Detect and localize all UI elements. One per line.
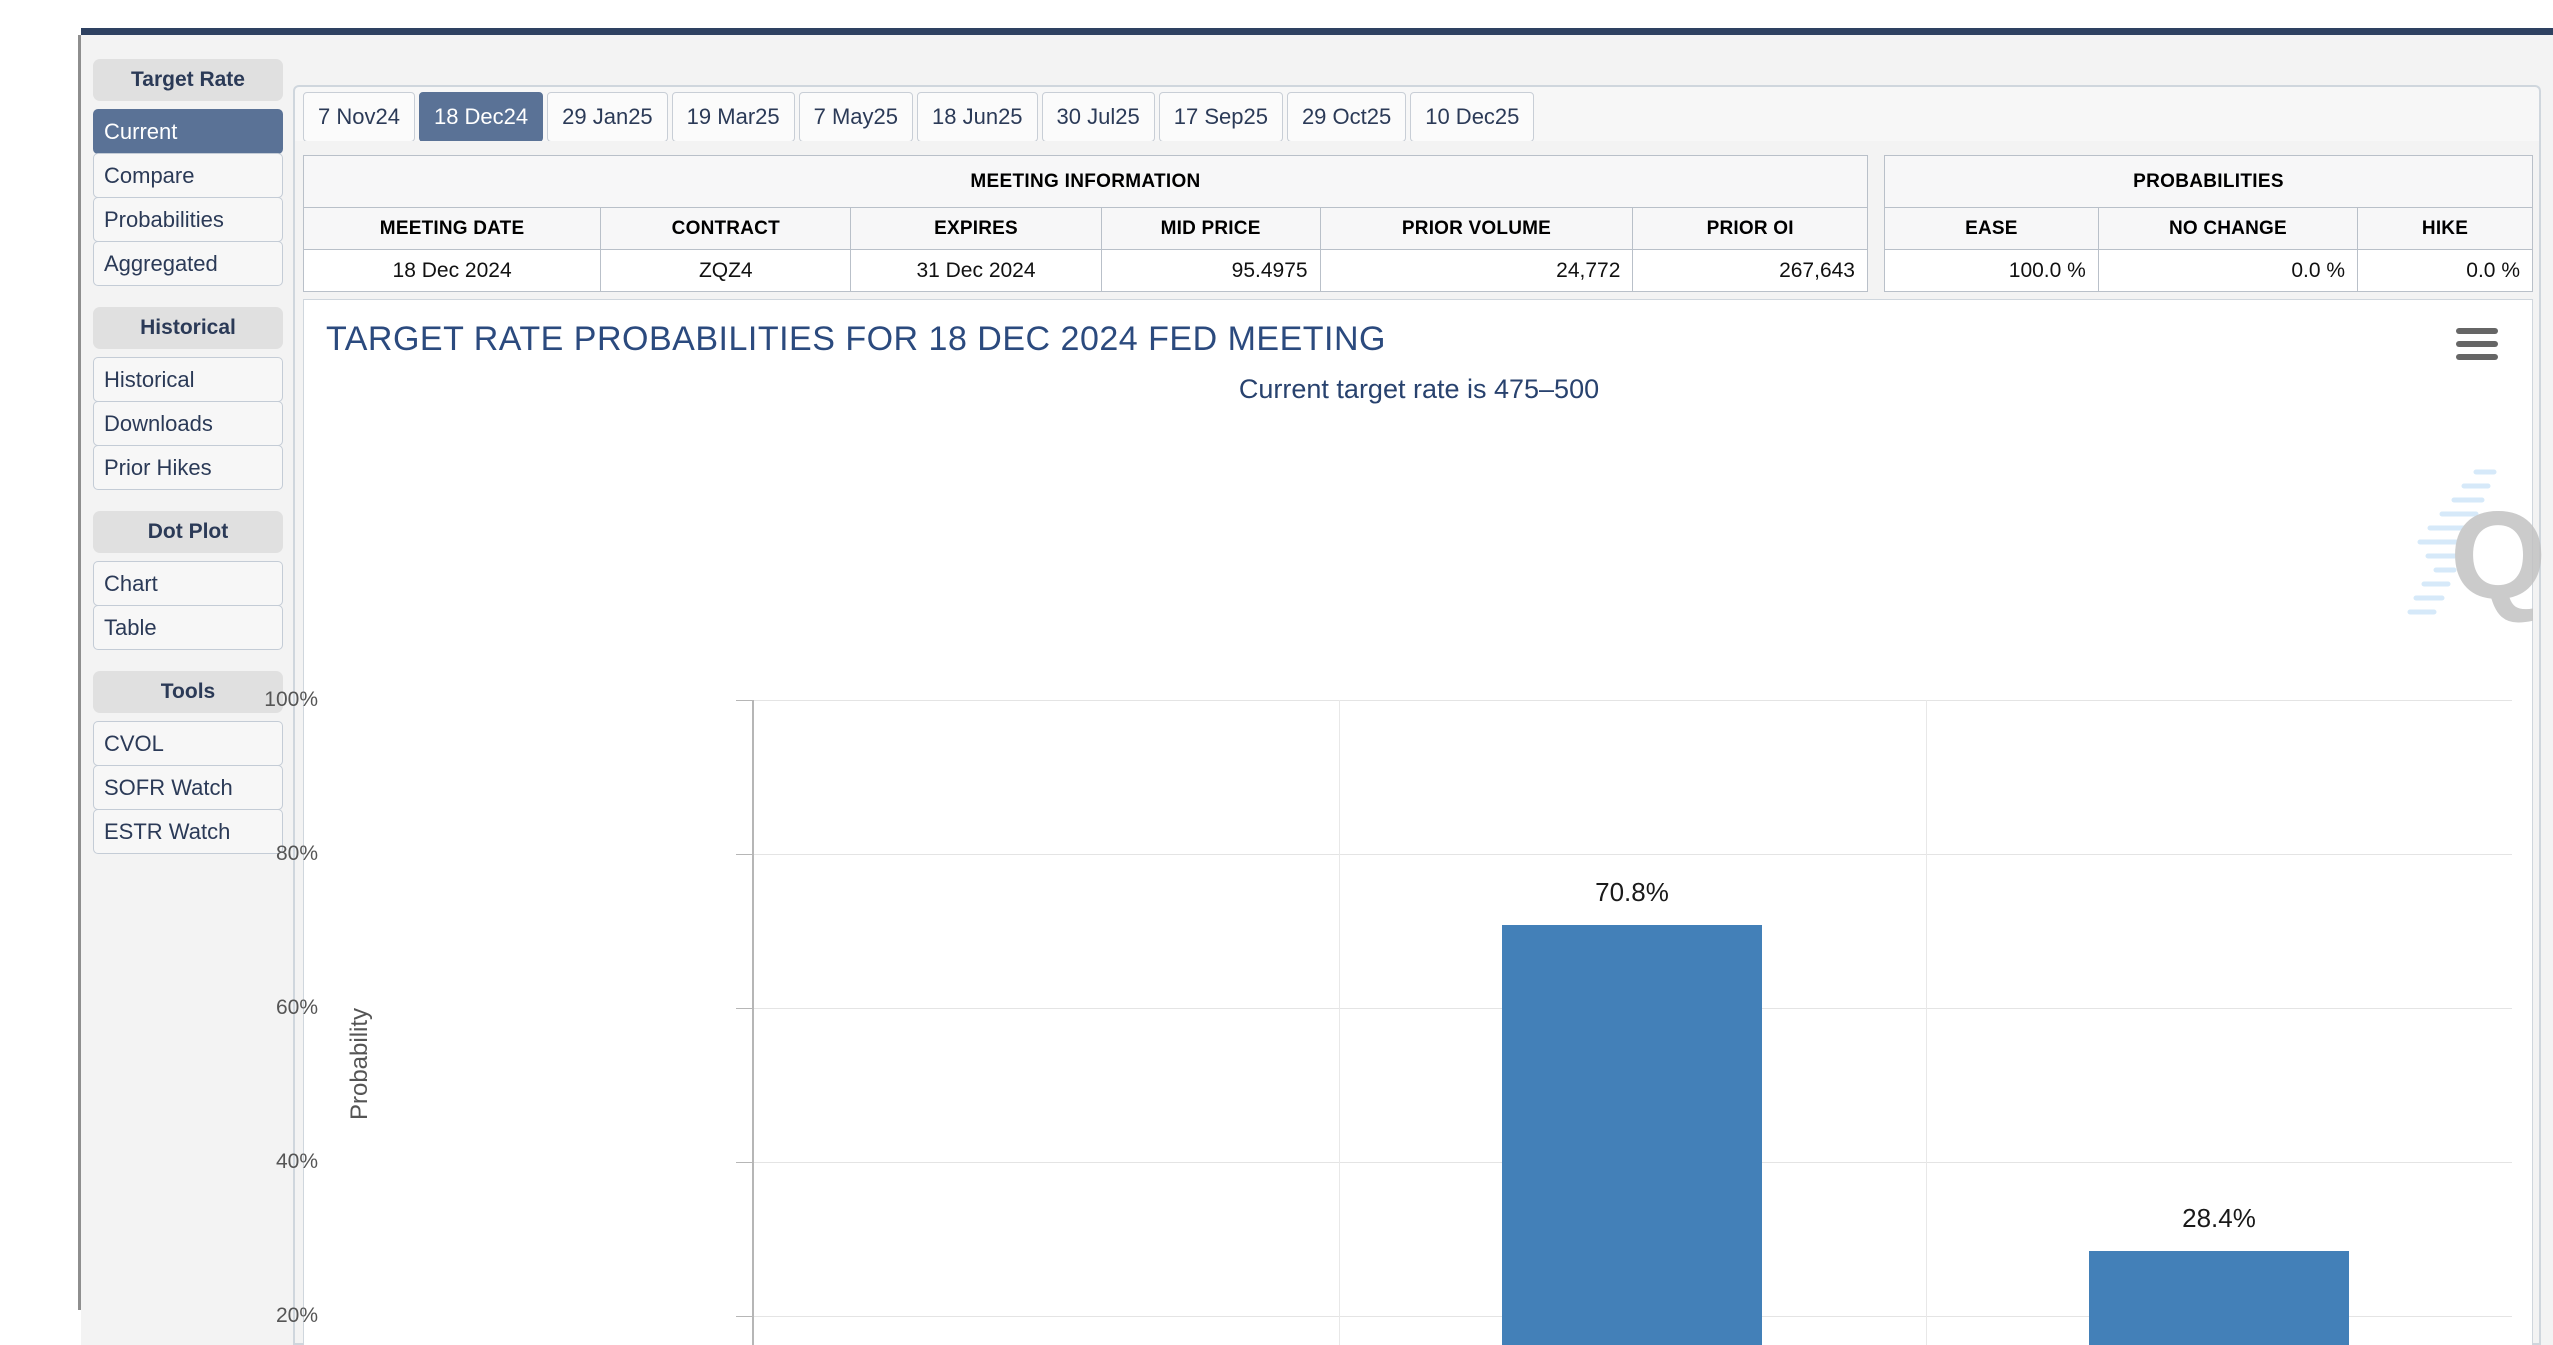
y-tick-label-40: 40%: [275, 1150, 318, 1173]
cell-expires: 31 Dec 2024: [850, 249, 1102, 292]
col-prior-oi: PRIOR OI: [1632, 207, 1868, 250]
y-tick-mark: [736, 700, 752, 701]
sidebar-item-cvol[interactable]: CVOL: [93, 721, 283, 766]
col-prior-volume: PRIOR VOLUME: [1319, 207, 1634, 250]
cell-hike: 0.0 %: [2357, 249, 2533, 292]
y-tick-label-20: 20%: [275, 1304, 318, 1327]
hamburger-bar: [2456, 341, 2498, 347]
cell-prior-volume: 24,772: [1319, 249, 1634, 292]
meeting-date-tabs: 7 Nov24 18 Dec24 29 Jan25 19 Mar25 7 May…: [303, 92, 1535, 142]
tab-19-mar25[interactable]: 19 Mar25: [671, 92, 795, 142]
table-row: MEETING DATE CONTRACT EXPIRES MID PRICE …: [302, 207, 1868, 250]
tab-10-dec25[interactable]: 10 Dec25: [1410, 92, 1535, 142]
bar-chart-plot: Q Probability 100% 80% 60% 40% 20% 70.8%…: [264, 410, 2544, 1345]
col-expires: EXPIRES: [850, 207, 1102, 250]
sidebar-group-header-dot-plot: Dot Plot: [93, 511, 283, 553]
sidebar-group-header-historical: Historical: [93, 307, 283, 349]
y-axis-label: Probability: [346, 1007, 373, 1121]
watermark-logo: Q: [2407, 469, 2544, 625]
y-axis-line: [752, 700, 754, 1345]
sidebar-item-table[interactable]: Table: [93, 605, 283, 650]
gridline-80: [752, 854, 2512, 855]
col-ease: EASE: [1884, 207, 2099, 250]
chart-title: TARGET RATE PROBABILITIES FOR 18 DEC 202…: [326, 320, 1386, 358]
sidebar-item-current[interactable]: Current: [93, 109, 283, 154]
y-tick-mark: [736, 854, 752, 855]
table-row: PROBABILITIES: [1884, 155, 2533, 208]
sidebar-item-sofr-watch[interactable]: SOFR Watch: [93, 765, 283, 810]
panel-body: MEETING INFORMATION MEETING DATE CONTRAC…: [264, 141, 2544, 1345]
table-row: EASE NO CHANGE HIKE: [1884, 207, 2533, 250]
tab-18-dec24[interactable]: 18 Dec24: [418, 92, 544, 142]
y-tick-label-60: 60%: [275, 996, 318, 1019]
table-row: 100.0 % 0.0 % 0.0 %: [1884, 249, 2533, 292]
probabilities-group-title: PROBABILITIES: [1884, 155, 2533, 208]
hamburger-bar: [2456, 354, 2498, 360]
y-tick-mark: [736, 1316, 752, 1317]
tab-29-jan25[interactable]: 29 Jan25: [547, 92, 668, 142]
table-row: 18 Dec 2024 ZQZ4 31 Dec 2024 95.4975 24,…: [302, 249, 1868, 292]
y-tick-mark: [736, 1008, 752, 1009]
sidebar-item-chart[interactable]: Chart: [93, 561, 283, 606]
sidebar-item-prior-hikes[interactable]: Prior Hikes: [93, 445, 283, 490]
hamburger-menu-icon[interactable]: [2456, 328, 2498, 360]
tab-18-jun25[interactable]: 18 Jun25: [917, 92, 1038, 142]
page-root: Target Rate Current Compare Probabilitie…: [0, 0, 2553, 1345]
gridline-100: [752, 700, 2512, 701]
hamburger-bar: [2456, 328, 2498, 334]
chart-card: TARGET RATE PROBABILITIES FOR 18 DEC 202…: [264, 299, 2544, 1345]
chart-subtitle: Current target rate is 475–500: [1238, 374, 1600, 404]
tab-7-may25[interactable]: 7 May25: [798, 92, 914, 142]
cell-contract: ZQZ4: [600, 249, 852, 292]
cell-prior-oi: 267,643: [1632, 249, 1868, 292]
meeting-information-table: MEETING INFORMATION MEETING DATE CONTRAC…: [302, 155, 1868, 292]
y-tick-label-100: 100%: [264, 688, 318, 711]
sidebar-item-historical[interactable]: Historical: [93, 357, 283, 402]
col-mid-price: MID PRICE: [1100, 207, 1321, 250]
sidebar-item-compare[interactable]: Compare: [93, 153, 283, 198]
bar-425-450[interactable]: [1502, 925, 1762, 1345]
cell-ease: 100.0 %: [1884, 249, 2099, 292]
meeting-date-tabstrip: 7 Nov24 18 Dec24 29 Jan25 19 Mar25 7 May…: [293, 85, 2541, 142]
tab-7-nov24[interactable]: 7 Nov24: [303, 92, 415, 142]
tab-17-sep25[interactable]: 17 Sep25: [1158, 92, 1283, 142]
app-container: Target Rate Current Compare Probabilitie…: [81, 35, 2553, 1345]
probabilities-table: PROBABILITIES EASE NO CHANGE HIKE 100.0 …: [1884, 155, 2533, 292]
table-row: MEETING INFORMATION: [303, 155, 1868, 208]
vertical-gridline-2: [1926, 700, 1927, 1345]
cell-meeting-date: 18 Dec 2024: [302, 249, 602, 292]
col-hike: HIKE: [2357, 207, 2533, 250]
col-no-change: NO CHANGE: [2097, 207, 2359, 250]
sidebar-item-probabilities[interactable]: Probabilities: [93, 197, 283, 242]
tab-29-oct25[interactable]: 29 Oct25: [1286, 92, 1407, 142]
col-meeting-date: MEETING DATE: [302, 207, 602, 250]
cell-no-change: 0.0 %: [2097, 249, 2359, 292]
left-gutter: [0, 0, 78, 1345]
y-tick-label-80: 80%: [275, 842, 318, 865]
meeting-info-group-title: MEETING INFORMATION: [303, 155, 1868, 208]
vertical-gridline-1: [1339, 700, 1340, 1345]
col-contract: CONTRACT: [600, 207, 852, 250]
sidebar-item-aggregated[interactable]: Aggregated: [93, 241, 283, 286]
y-tick-mark: [736, 1162, 752, 1163]
sidebar-item-downloads[interactable]: Downloads: [93, 401, 283, 446]
svg-text:Q: Q: [2450, 487, 2544, 625]
sidebar-group-header-target-rate: Target Rate: [93, 59, 283, 101]
bar-label-450-475: 28.4%: [2182, 1203, 2256, 1233]
tab-30-jul25[interactable]: 30 Jul25: [1041, 92, 1155, 142]
main-content: 7 Nov24 18 Dec24 29 Jan25 19 Mar25 7 May…: [264, 59, 2544, 1345]
bar-label-425-450: 70.8%: [1595, 877, 1669, 907]
bar-450-475[interactable]: [2089, 1251, 2349, 1345]
cell-mid-price: 95.4975: [1100, 249, 1321, 292]
info-tables-row: MEETING INFORMATION MEETING DATE CONTRAC…: [302, 155, 2533, 292]
sidebar: Target Rate Current Compare Probabilitie…: [93, 59, 283, 854]
top-navbar-strip: [81, 28, 2553, 35]
